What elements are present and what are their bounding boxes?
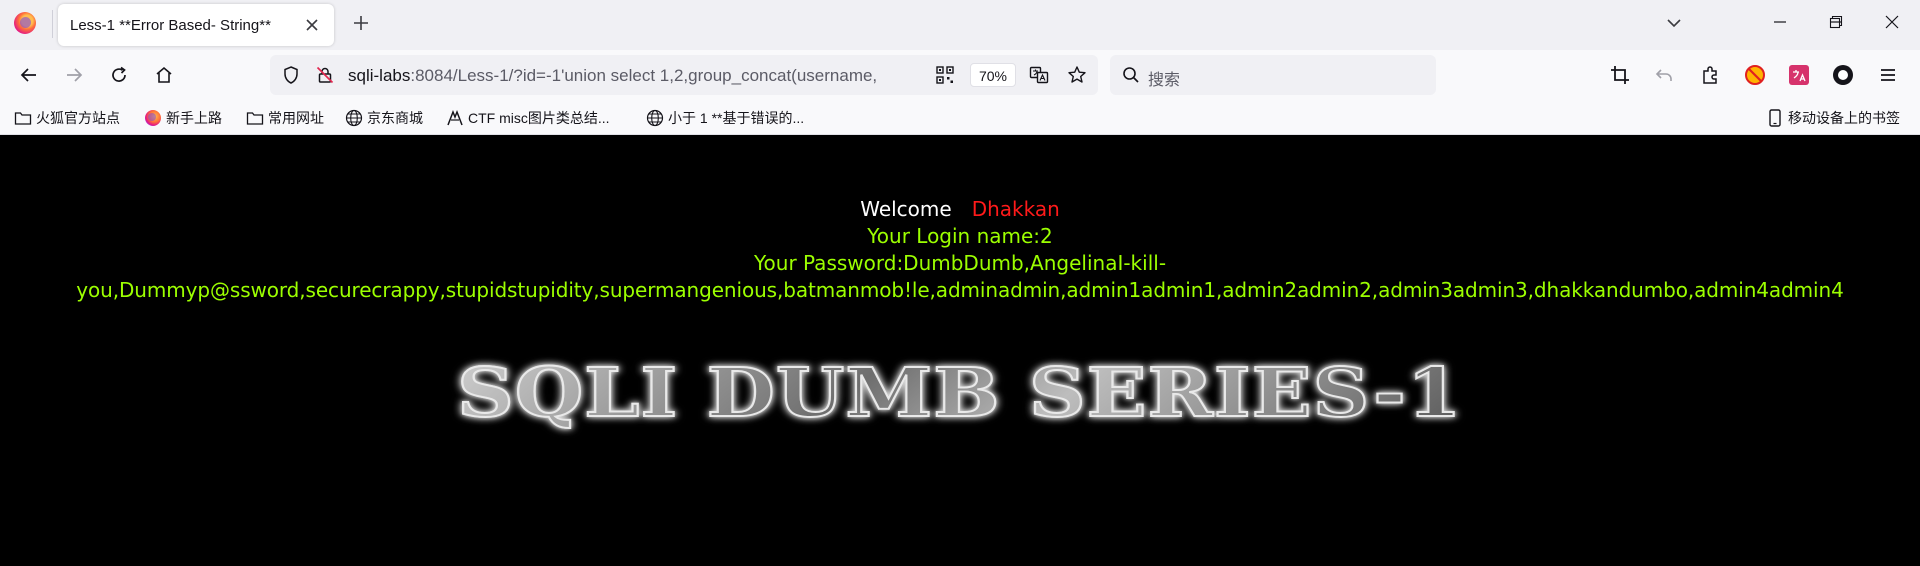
bookmark-item-firefox-official[interactable]: 火狐官方站点 [14,107,120,129]
blocker-extension-icon[interactable] [1741,61,1769,89]
sqli-dumb-series-banner: SQLI DUMB SERIES-1 [0,351,1920,434]
translator-extension-icon[interactable] [1785,61,1813,89]
insecure-lock-icon[interactable] [314,64,336,86]
firefox-logo-icon[interactable] [14,12,36,34]
extensions-puzzle-icon[interactable] [1696,61,1724,89]
banner-title: SQLI DUMB SERIES-1 [456,352,1463,434]
bookmark-item-common-sites[interactable]: 常用网址 [246,107,324,129]
restore-window-icon[interactable] [1808,0,1864,44]
bookmark-item-getting-started[interactable]: 新手上路 [144,107,222,129]
globe-icon [345,109,363,127]
tab-title: Less-1 **Error Based- String** [70,16,271,34]
zoom-level-button[interactable]: 70% [970,63,1016,87]
bookmark-item-less-1[interactable]: 小于 1 **基于错误的... [646,107,804,129]
list-all-tabs-chevron-down-icon[interactable] [1660,9,1688,37]
tab-separator [52,10,53,38]
page-content: Welcome Dhakkan Your Login name:2 Your Pa… [0,135,1920,566]
welcome-line: Welcome Dhakkan [0,197,1920,221]
url-text[interactable]: sqli-labs:8084/Less-1/?id=-1'union selec… [348,66,918,86]
hamburger-menu-icon[interactable] [1874,61,1902,89]
welcome-username: Dhakkan [971,197,1060,221]
navigation-toolbar: sqli-labs:8084/Less-1/?id=-1'union selec… [0,50,1920,101]
bookmark-item-jd[interactable]: 京东商城 [345,107,423,129]
bookmark-label: 京东商城 [367,110,423,126]
bookmark-label: 新手上路 [166,110,222,126]
qr-code-icon[interactable] [934,64,956,86]
back-arrow-icon[interactable] [12,58,46,92]
close-window-icon[interactable] [1864,0,1920,44]
minimize-window-icon[interactable] [1752,0,1808,44]
undo-arrow-icon[interactable] [1650,61,1678,89]
bookmarks-toolbar: 火狐官方站点 新手上路 常用网址 京东商城 CTF misc图片类总结... 小… [0,101,1920,135]
firefox-icon [144,109,162,127]
tab-close-icon[interactable] [300,13,324,37]
bookmark-star-icon[interactable] [1066,64,1088,86]
home-icon[interactable] [147,58,181,92]
folder-icon [246,109,264,127]
bookmark-label: 移动设备上的书签 [1788,110,1900,126]
tab-strip: Less-1 **Error Based- String** [0,0,1920,50]
mobile-bookmarks-folder[interactable]: 移动设备上的书签 [1766,107,1900,129]
url-path: :8084/Less-1/?id=-1'union select 1,2,gro… [410,66,878,85]
search-icon [1120,64,1142,86]
search-bar[interactable]: 搜索 [1110,55,1436,95]
password-text-line1: Your Password:DumbDumb,AngelinaI-kill- [753,251,1167,275]
bookmark-label: CTF misc图片类总结... [468,110,610,126]
bookmark-item-ctf-misc[interactable]: CTF misc图片类总结... [446,107,610,129]
account-circle-icon[interactable] [1829,61,1857,89]
welcome-label: Welcome [860,197,952,221]
new-tab-button[interactable] [346,8,376,38]
globe-icon [646,109,664,127]
mobile-device-icon [1766,109,1784,127]
forward-arrow-icon[interactable] [57,58,91,92]
login-name-text: Your Login name:2 [867,224,1053,248]
bookmark-label: 火狐官方站点 [36,110,120,126]
tab-active[interactable]: Less-1 **Error Based- String** [58,4,334,46]
screenshot-crop-icon[interactable] [1606,61,1634,89]
url-host: sqli-labs [348,66,411,85]
bookmark-label: 小于 1 **基于错误的... [668,110,805,126]
ctf-icon [446,109,464,127]
reload-icon[interactable] [102,58,136,92]
address-bar[interactable]: sqli-labs:8084/Less-1/?id=-1'union selec… [270,55,1098,95]
search-placeholder: 搜索 [1148,72,1181,89]
shield-icon[interactable] [280,64,302,86]
bookmark-label: 常用网址 [268,110,324,126]
password-text-line2: you,Dummyp@ssword,securecrappy,stupidstu… [76,278,1844,302]
folder-icon [14,109,32,127]
translate-icon[interactable] [1028,64,1050,86]
